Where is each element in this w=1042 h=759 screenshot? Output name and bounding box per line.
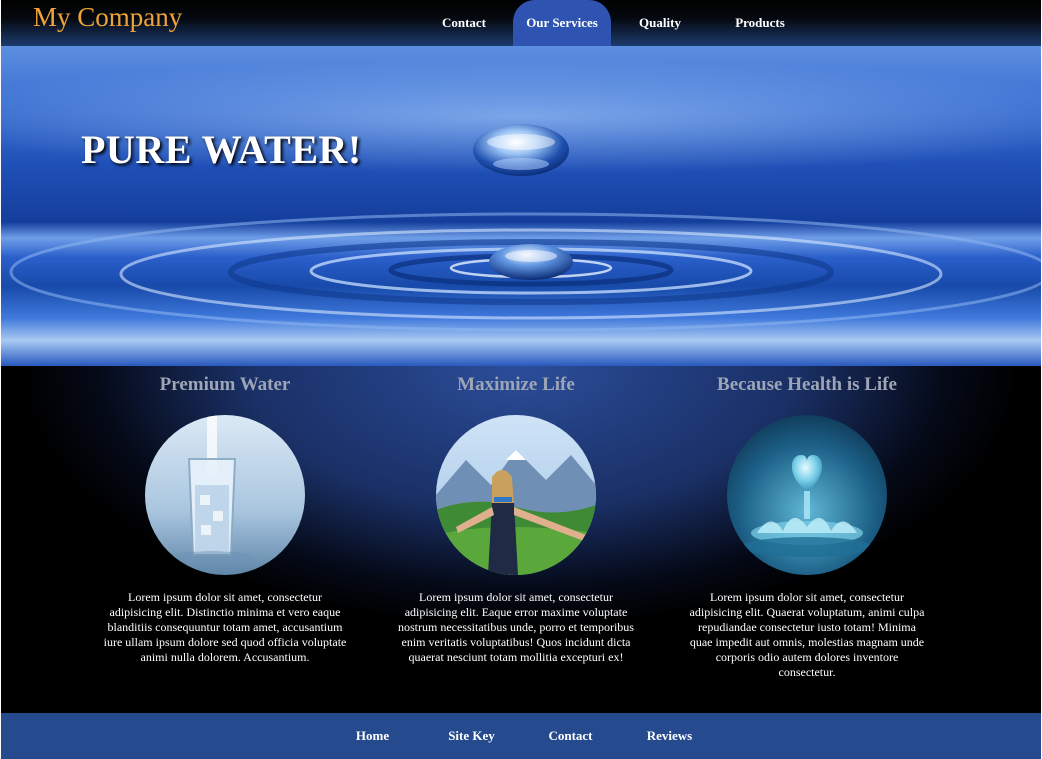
footer-nav: Home Site Key Contact Reviews <box>323 713 719 759</box>
features-section: Premium Water Lorem ipsum dolor sit amet… <box>1 366 1041 713</box>
feature-maximize-life: Maximize Life Lorem ipsum dolor sit amet… <box>386 366 646 665</box>
feature-title: Premium Water <box>159 374 291 395</box>
feature-text: Lorem ipsum dolor sit amet, consectetur … <box>103 590 347 664</box>
happy-woman-mountains-image <box>436 415 596 575</box>
water-drop-image <box>9 124 1041 332</box>
feature-text: Lorem ipsum dolor sit amet, consectetur … <box>689 590 925 679</box>
footer-link-site-key[interactable]: Site Key <box>422 713 521 759</box>
nav-contact[interactable]: Contact <box>415 0 513 46</box>
water-heart-splash-image <box>727 415 887 575</box>
feature-health-is-life: Because Health is Life Lorem ipsum dolor… <box>677 366 937 680</box>
company-logo[interactable]: My Company <box>33 2 182 33</box>
nav-products[interactable]: Products <box>709 0 811 46</box>
nav-quality[interactable]: Quality <box>611 0 709 46</box>
hero-title: PURE WATER! <box>81 127 362 172</box>
footer-link-reviews[interactable]: Reviews <box>620 713 719 759</box>
feature-text: Lorem ipsum dolor sit amet, consectetur … <box>398 590 634 664</box>
feature-premium-water: Premium Water Lorem ipsum dolor sit amet… <box>95 366 355 665</box>
footer-link-contact[interactable]: Contact <box>521 713 620 759</box>
site-header: My Company Contact Our Services Quality … <box>1 0 1041 46</box>
glass-of-water-image <box>145 415 305 575</box>
footer-link-home[interactable]: Home <box>323 713 422 759</box>
feature-title: Because Health is Life <box>717 374 897 395</box>
site-footer: Home Site Key Contact Reviews <box>1 713 1041 759</box>
nav-our-services[interactable]: Our Services <box>513 0 611 46</box>
hero-banner: PURE WATER! <box>1 46 1041 366</box>
feature-title: Maximize Life <box>457 374 575 395</box>
main-nav: Contact Our Services Quality Products <box>415 0 811 46</box>
